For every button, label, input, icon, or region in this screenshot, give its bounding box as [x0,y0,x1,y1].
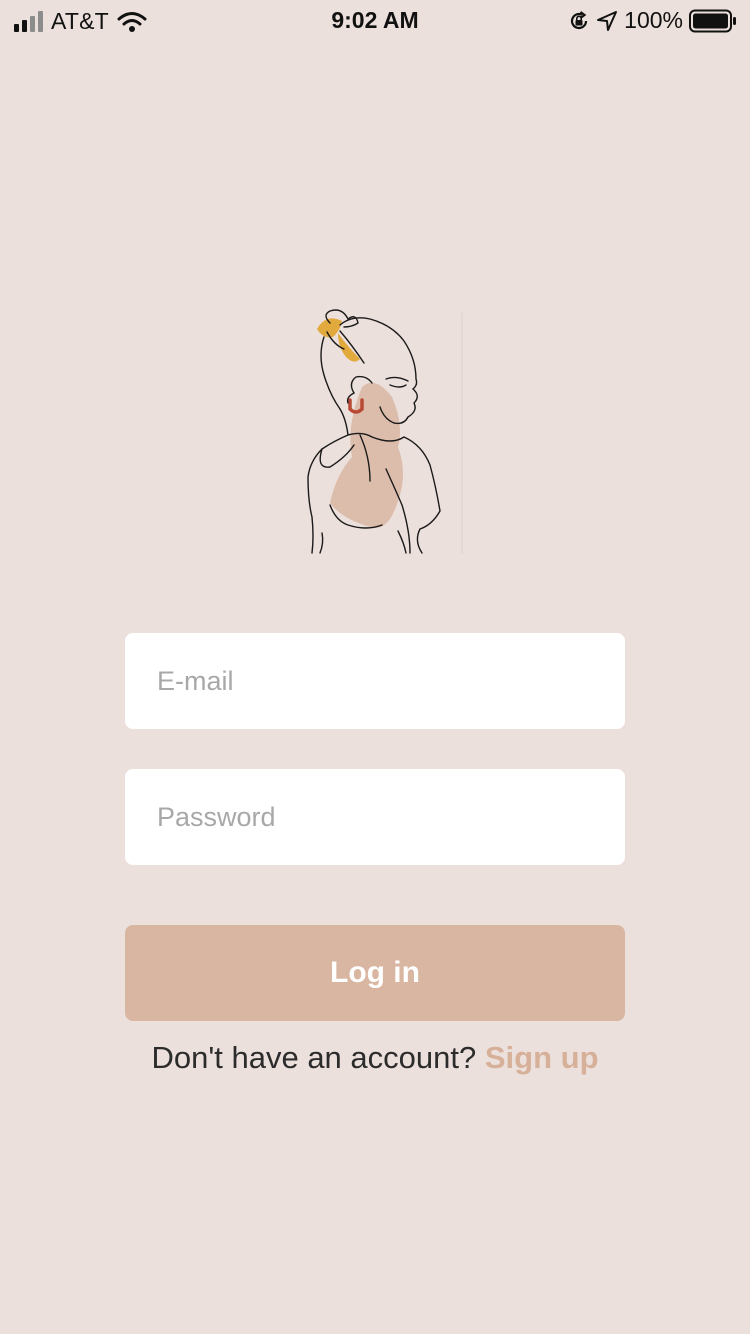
email-field[interactable] [125,633,625,729]
status-bar: AT&T 9:02 AM 100% [0,0,750,40]
login-button[interactable]: Log in [125,925,625,1021]
battery-percent: 100% [624,7,683,33]
signup-link[interactable]: Sign up [485,1040,599,1075]
signup-prompt: Don't have an account? [151,1040,477,1075]
woman-line-art-illustration [307,309,463,554]
rotation-lock-icon [571,10,588,29]
password-field[interactable] [125,769,625,865]
status-right: 100% [568,7,737,34]
location-icon [597,10,618,31]
battery-icon [689,9,736,32]
signup-row: Don't have an account? Sign up [0,1040,750,1076]
